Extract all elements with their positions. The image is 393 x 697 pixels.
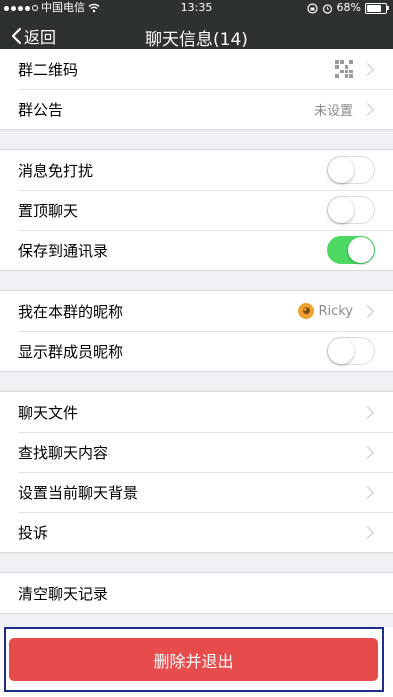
row-group-notice[interactable]: 群公告 未设置: [0, 89, 393, 129]
row-label: 置顶聊天: [18, 201, 79, 220]
row-report[interactable]: 投诉: [0, 512, 393, 552]
row-pin-chat: 置顶聊天: [0, 190, 393, 230]
status-bar: 中国电信 13:35 68%: [0, 0, 393, 16]
row-group-qr-code[interactable]: 群二维码: [0, 49, 393, 89]
battery-percent: 68%: [336, 1, 361, 14]
row-clear-history[interactable]: 清空聊天记录: [0, 573, 393, 613]
group-chat-tools: 聊天文件 查找聊天内容 设置当前聊天背景 投诉: [0, 391, 393, 553]
lock-rotation-icon: [306, 2, 318, 14]
row-label: 群公告: [18, 100, 64, 119]
row-label: 投诉: [18, 523, 49, 542]
chevron-right-icon: [361, 405, 374, 419]
lion-avatar-icon: ◕: [298, 303, 315, 319]
row-label: 消息免打扰: [18, 161, 94, 180]
row-chat-files[interactable]: 聊天文件: [0, 392, 393, 432]
pin-chat-toggle[interactable]: [327, 196, 375, 224]
row-label: 我在本群的昵称: [18, 302, 124, 321]
row-label: 群二维码: [18, 60, 79, 79]
row-label: 设置当前聊天背景: [18, 483, 139, 502]
chevron-right-icon: [361, 102, 374, 116]
show-nicknames-toggle[interactable]: [327, 337, 375, 365]
chevron-right-icon: [361, 62, 374, 76]
group-nickname: 我在本群的昵称 ◕ Ricky 显示群成员昵称: [0, 290, 393, 372]
row-label: 清空聊天记录: [18, 584, 109, 603]
group-toggles: 消息免打扰 置顶聊天 保存到通讯录: [0, 149, 393, 271]
row-mute-notifications: 消息免打扰: [0, 150, 393, 190]
row-label: 保存到通讯录: [18, 241, 109, 260]
group-qr-notice: 群二维码 群公告 未设置: [0, 49, 393, 130]
row-label: 显示群成员昵称: [18, 342, 124, 361]
chevron-right-icon: [361, 525, 374, 539]
group-clear: 清空聊天记录: [0, 572, 393, 614]
alarm-icon: [322, 3, 332, 14]
top-bar: 中国电信 13:35 68% 返回 聊天信息(14): [0, 0, 393, 56]
row-search-chat[interactable]: 查找聊天内容: [0, 432, 393, 472]
settings-list: 群二维码 群公告 未设置 消息免打扰 置顶聊天 保存到通讯录 我在本群的昵称 ◕…: [0, 49, 393, 614]
chevron-right-icon: [361, 304, 374, 318]
delete-and-exit-button[interactable]: 删除并退出: [9, 638, 378, 681]
chevron-right-icon: [361, 485, 374, 499]
row-my-group-nickname[interactable]: 我在本群的昵称 ◕ Ricky: [0, 291, 393, 331]
battery-icon: [365, 2, 389, 14]
mute-toggle[interactable]: [327, 156, 375, 184]
row-chat-background[interactable]: 设置当前聊天背景: [0, 472, 393, 512]
save-to-contacts-toggle[interactable]: [327, 236, 375, 264]
nickname-value: Ricky: [318, 303, 353, 319]
page-title: 聊天信息(14): [145, 30, 248, 50]
qr-code-icon: [335, 60, 353, 78]
chevron-right-icon: [361, 445, 374, 459]
row-label: 查找聊天内容: [18, 443, 109, 462]
row-save-to-contacts: 保存到通讯录: [0, 230, 393, 270]
row-show-member-nicknames: 显示群成员昵称: [0, 331, 393, 371]
row-value: 未设置: [313, 103, 353, 119]
row-label: 聊天文件: [18, 403, 79, 422]
